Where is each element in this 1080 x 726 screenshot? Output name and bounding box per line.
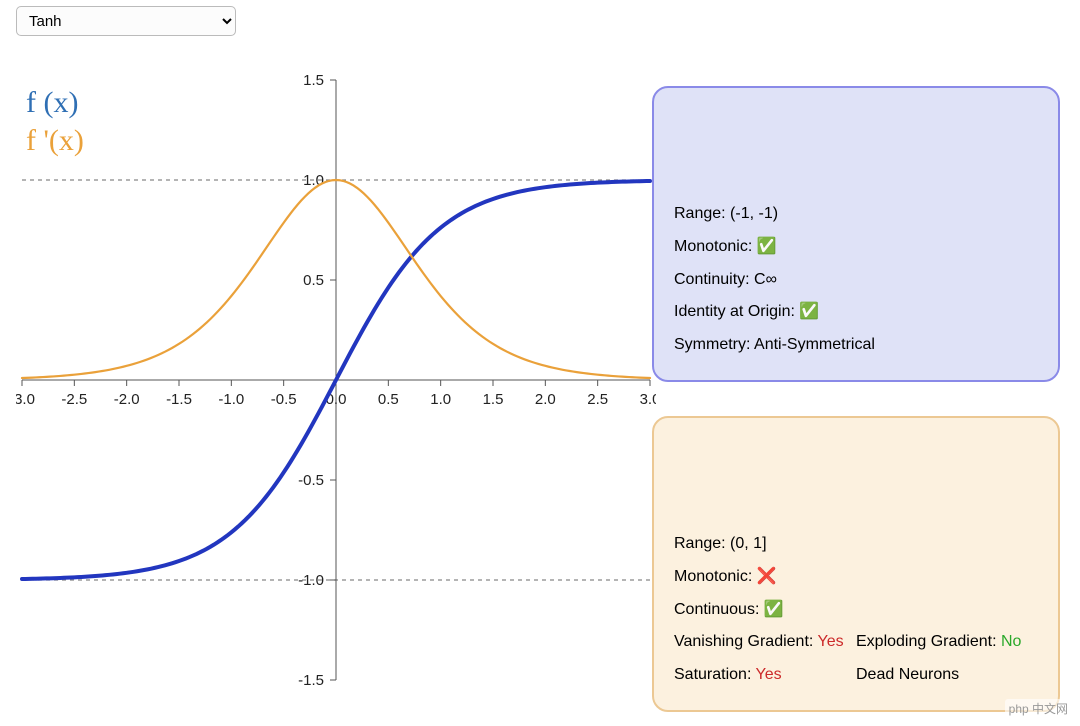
info-f-label: Range: bbox=[674, 205, 730, 222]
info-f-value: C∞ bbox=[754, 271, 777, 288]
info-panel-f-prime: Range: (0, 1]Monotonic: ❌Continuous: ✅ V… bbox=[652, 416, 1060, 712]
info-fp-label: Vanishing Gradient: bbox=[674, 633, 818, 650]
info-f-row: Symmetry: Anti-Symmetrical bbox=[674, 329, 1038, 362]
info-f-value: (-1, -1) bbox=[730, 205, 778, 222]
check-icon: ✅ bbox=[764, 601, 784, 618]
info-f-row: Range: (-1, -1) bbox=[674, 198, 1038, 231]
x-tick-label: 3.0 bbox=[640, 391, 656, 408]
x-tick-label: 1.0 bbox=[430, 391, 451, 408]
info-f-label: Symmetry: bbox=[674, 336, 754, 353]
y-tick-label: -1.0 bbox=[298, 572, 324, 589]
x-tick-label: 0.5 bbox=[378, 391, 399, 408]
check-icon: ✅ bbox=[799, 303, 819, 320]
info-fp-row: Range: (0, 1] bbox=[674, 528, 1038, 561]
info-fp-row: Monotonic: ❌ bbox=[674, 561, 1038, 594]
info-fp-split-cell: Exploding Gradient: No bbox=[856, 626, 1038, 659]
x-tick-label: 2.0 bbox=[535, 391, 556, 408]
info-fp-value: (0, 1] bbox=[730, 535, 766, 552]
function-plot: -3.0-2.5-2.0-1.5-1.0-0.50.00.51.01.52.02… bbox=[16, 70, 656, 710]
status-value: Yes bbox=[818, 633, 844, 650]
info-fp-split-cell: Saturation: Yes bbox=[674, 659, 856, 692]
info-fp-split-row: Saturation: YesDead Neurons bbox=[674, 659, 1038, 692]
info-f-row: Identity at Origin: ✅ bbox=[674, 296, 1038, 329]
legend-item-fp: f '(x) bbox=[26, 122, 84, 160]
info-panel-f: Range: (-1, -1)Monotonic: ✅Continuity: C… bbox=[652, 86, 1060, 382]
info-fp-split-cell: Vanishing Gradient: Yes bbox=[674, 626, 856, 659]
cross-icon: ❌ bbox=[757, 568, 777, 585]
info-fp-label: Exploding Gradient: bbox=[856, 633, 1001, 650]
y-tick-label: -0.5 bbox=[298, 472, 324, 489]
x-tick-label: -2.5 bbox=[61, 391, 87, 408]
info-f-value: Anti-Symmetrical bbox=[754, 336, 875, 353]
info-f-label: Identity at Origin: bbox=[674, 303, 799, 320]
y-tick-label: -1.5 bbox=[298, 672, 324, 689]
status-value: No bbox=[1001, 633, 1021, 650]
status-value: Yes bbox=[756, 666, 782, 683]
info-f-label: Continuity: bbox=[674, 271, 754, 288]
x-tick-label: -1.0 bbox=[218, 391, 244, 408]
x-tick-label: -3.0 bbox=[16, 391, 35, 408]
info-fp-label: Continuous: bbox=[674, 601, 764, 618]
y-tick-label: 1.0 bbox=[303, 172, 324, 189]
x-tick-label: -0.5 bbox=[271, 391, 297, 408]
x-tick-label: 2.5 bbox=[587, 391, 608, 408]
watermark: php 中文网 bbox=[1005, 699, 1072, 718]
legend-item-f: f (x) bbox=[26, 84, 84, 122]
info-f-label: Monotonic: bbox=[674, 238, 757, 255]
info-fp-label: Range: bbox=[674, 535, 730, 552]
check-icon: ✅ bbox=[757, 238, 777, 255]
chart-legend: f (x) f '(x) bbox=[26, 84, 84, 159]
y-tick-label: 1.5 bbox=[303, 72, 324, 89]
info-f-row: Monotonic: ✅ bbox=[674, 231, 1038, 264]
y-tick-label: 0.5 bbox=[303, 272, 324, 289]
info-fp-split-cell: Dead Neurons bbox=[856, 659, 1038, 692]
info-fp-label: Saturation: bbox=[674, 666, 756, 683]
x-tick-label: 1.5 bbox=[483, 391, 504, 408]
info-fp-label: Dead Neurons bbox=[856, 666, 959, 683]
x-tick-label: -2.0 bbox=[114, 391, 140, 408]
info-f-row: Continuity: C∞ bbox=[674, 264, 1038, 297]
function-select[interactable]: Tanh bbox=[16, 6, 236, 36]
info-fp-row: Continuous: ✅ bbox=[674, 594, 1038, 627]
info-fp-split-row: Vanishing Gradient: YesExploding Gradien… bbox=[674, 626, 1038, 659]
info-fp-label: Monotonic: bbox=[674, 568, 757, 585]
x-tick-label: -1.5 bbox=[166, 391, 192, 408]
